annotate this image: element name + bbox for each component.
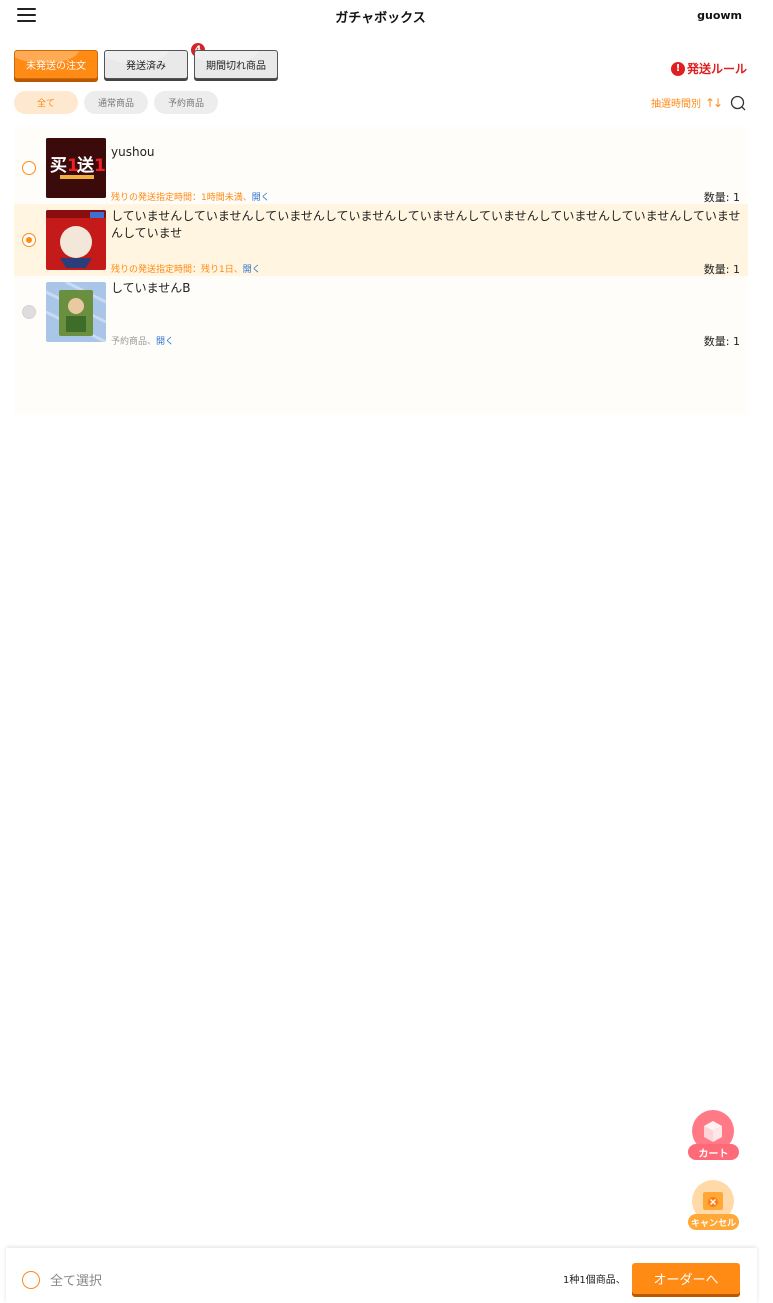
checkout-bar: 全て選択 1种1個商品、 オーダーへ bbox=[6, 1248, 757, 1303]
list-item[interactable]: していませんしていませんしていませんしていませんしていませんしていませんしていま… bbox=[14, 204, 748, 276]
app-header: ガチャボックス guowm bbox=[0, 0, 773, 34]
item-thumbnail: 买 1 送 1 bbox=[46, 138, 106, 198]
item-name: していませんしていませんしていませんしていませんしていませんしていませんしていま… bbox=[111, 209, 741, 240]
tab-shipped[interactable]: 発送済み bbox=[104, 50, 188, 79]
item-name: yushou bbox=[111, 145, 155, 159]
sort-label: 抽選時間別 bbox=[651, 99, 701, 110]
order-button[interactable]: オーダーへ bbox=[632, 1263, 740, 1294]
shipping-rules-label: 発送ルール bbox=[686, 62, 747, 76]
sort-icon: ↑↓ bbox=[705, 95, 723, 110]
open-link[interactable]: 開く bbox=[252, 193, 270, 203]
cart-label: カート bbox=[688, 1144, 739, 1160]
page-title: ガチャボックス bbox=[335, 11, 426, 26]
svg-text:买: 买 bbox=[50, 156, 67, 176]
item-checkbox[interactable] bbox=[22, 161, 36, 175]
select-all-checkbox[interactable] bbox=[22, 1270, 40, 1289]
sort-by-draw-time[interactable]: 抽選時間別 ↑↓ bbox=[651, 95, 723, 111]
item-meta: 残りの発送指定時間：1時間未満、開く bbox=[111, 190, 270, 203]
list-item[interactable]: 买 1 送 1 yushou 残りの発送指定時間：1時間未満、開く 数量: 1 bbox=[14, 132, 748, 204]
item-meta: 予約商品、開く bbox=[111, 334, 174, 347]
item-deadline: 残りの発送指定時間：残り1日、 bbox=[111, 265, 243, 275]
filter-preorder[interactable]: 予約商品 bbox=[154, 91, 218, 114]
item-deadline: 残りの発送指定時間：1時間未満、 bbox=[111, 193, 252, 203]
open-link[interactable]: 開く bbox=[243, 265, 261, 275]
item-checkbox[interactable] bbox=[22, 233, 36, 247]
filter-all[interactable]: 全て bbox=[14, 91, 78, 114]
item-quantity: 数量: 1 bbox=[703, 263, 740, 276]
list-item[interactable]: していませんB 予約商品、開く 数量: 1 bbox=[14, 276, 748, 348]
item-name: していませんB bbox=[111, 281, 191, 295]
alert-icon: ! bbox=[670, 61, 685, 76]
tab-expired[interactable]: 期間切れ商品 bbox=[194, 50, 278, 79]
item-thumbnail bbox=[46, 210, 106, 270]
item-quantity: 数量: 1 bbox=[703, 335, 740, 348]
select-all-label: 全て選択 bbox=[50, 1274, 103, 1289]
tab-unshipped[interactable]: 未発送の注文 bbox=[14, 50, 98, 79]
shipping-rules-link[interactable]: ! 発送ルール bbox=[670, 60, 747, 77]
cart-button[interactable]: カート bbox=[688, 1110, 740, 1162]
username[interactable]: guowm bbox=[697, 9, 742, 22]
item-thumbnail bbox=[46, 282, 106, 342]
select-all-toggle[interactable]: 全て選択 bbox=[22, 1270, 102, 1289]
item-quantity: 数量: 1 bbox=[703, 191, 740, 204]
open-link[interactable]: 開く bbox=[156, 337, 174, 347]
item-preorder-note: 予約商品、 bbox=[111, 337, 157, 347]
item-list: 买 1 送 1 yushou 残りの発送指定時間：1時間未満、開く 数量: 1 … bbox=[14, 127, 748, 415]
svg-text:送: 送 bbox=[77, 155, 95, 176]
filter-normal[interactable]: 通常商品 bbox=[84, 91, 148, 114]
search-icon[interactable] bbox=[730, 95, 746, 111]
selection-summary: 1种1個商品、 bbox=[563, 1275, 626, 1286]
item-meta: 残りの発送指定時間：残り1日、開く bbox=[111, 262, 261, 275]
svg-text:1: 1 bbox=[94, 156, 106, 176]
cancel-button[interactable]: キャンセル bbox=[688, 1180, 740, 1232]
cancel-label: キャンセル bbox=[688, 1214, 739, 1230]
item-checkbox bbox=[22, 305, 36, 319]
